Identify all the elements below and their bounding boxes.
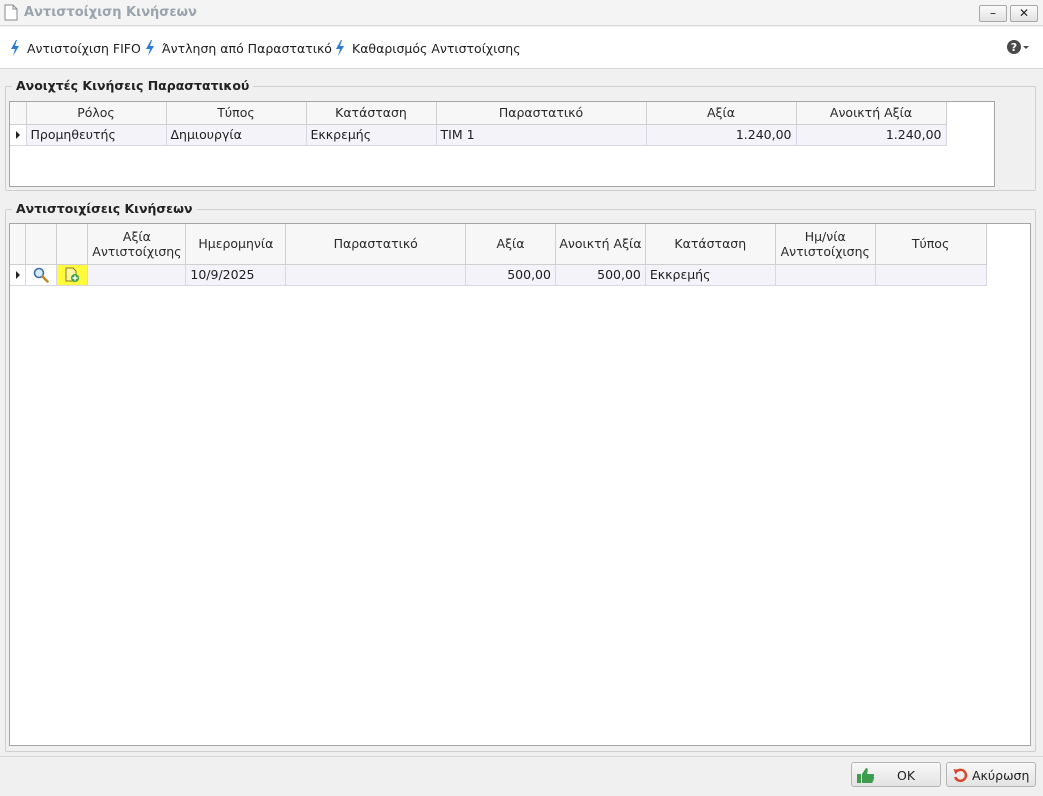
column-header[interactable]: Κατάσταση <box>306 102 437 125</box>
empty-cell <box>946 124 994 145</box>
window-title: Αντιστοίχιση Κινήσεων <box>24 5 197 20</box>
column-header[interactable]: Αξία Αντιστοίχισης <box>87 224 187 265</box>
column-header[interactable]: Ανοικτή Αξία <box>796 102 947 125</box>
minimize-button[interactable]: – <box>979 5 1007 22</box>
matchings-title: Αντιστοιχίσεις Κινήσεων <box>12 201 197 216</box>
empty-header <box>946 102 994 124</box>
pull-from-document-button[interactable]: Άντληση από Παραστατικό <box>145 40 332 58</box>
icon-column-header <box>25 224 58 265</box>
matchings-grid[interactable]: Αξία Αντιστοίχισης Ημερομηνία Παραστατικ… <box>9 223 1031 746</box>
magnifier-icon[interactable] <box>33 267 50 283</box>
column-header[interactable]: Ημερομηνία <box>185 224 287 265</box>
help-button[interactable]: ? <box>1006 39 1032 57</box>
ok-button[interactable]: OK <box>851 762 941 787</box>
document-cell[interactable] <box>285 264 467 286</box>
row-indicator <box>10 264 27 286</box>
match-date-cell[interactable] <box>775 264 876 286</box>
column-header[interactable]: Αξία <box>465 224 556 265</box>
status-cell[interactable]: Εκκρεμής <box>645 264 776 286</box>
thumbs-up-icon <box>857 768 875 783</box>
toolbar-item-label: Καθαρισμός Αντιστοίχισης <box>352 41 521 56</box>
open-value-cell[interactable]: 500,00 <box>555 264 646 286</box>
cancel-button[interactable]: Ακύρωση <box>946 762 1036 787</box>
status-cell[interactable]: Εκκρεμής <box>306 124 437 146</box>
indicator-header <box>10 102 27 125</box>
column-header[interactable]: Τύπος <box>166 102 307 125</box>
icon-column-header <box>56 224 89 265</box>
table-header-row: Αξία Αντιστοίχισης Ημερομηνία Παραστατικ… <box>10 224 1030 265</box>
toolbar-item-label: Αντιστοίχιση FIFO <box>27 41 141 56</box>
lightning-icon <box>336 40 344 56</box>
role-cell[interactable]: Προμηθευτής <box>26 124 167 146</box>
table-row[interactable]: 10/9/2025 500,00 500,00 Εκκρεμής <box>10 264 1030 286</box>
document-cell[interactable]: ΤΙΜ 1 <box>436 124 647 146</box>
value-cell[interactable]: 1.240,00 <box>646 124 797 146</box>
column-header[interactable]: Κατάσταση <box>645 224 776 265</box>
table-header-row: Ρόλος Τύπος Κατάσταση Παραστατικό Αξία Α… <box>10 102 994 125</box>
column-header[interactable]: Ανοικτή Αξία <box>555 224 646 265</box>
type-cell[interactable]: Δημιουργία <box>166 124 307 146</box>
svg-text:?: ? <box>1011 41 1017 54</box>
column-header[interactable]: Παραστατικό <box>436 102 647 125</box>
clear-matching-button[interactable]: Καθαρισμός Αντιστοίχισης <box>335 40 521 58</box>
lightning-icon <box>11 40 19 56</box>
help-dropdown-icon: ? <box>1007 40 1029 54</box>
view-cell[interactable] <box>25 264 58 286</box>
lightning-icon <box>146 40 154 56</box>
column-header[interactable]: Αξία <box>646 102 797 125</box>
cancel-label: Ακύρωση <box>972 768 1030 783</box>
fifo-matching-button[interactable]: Αντιστοίχιση FIFO <box>10 40 141 58</box>
table-row[interactable]: Προμηθευτής Δημιουργία Εκκρεμής ΤΙΜ 1 1.… <box>10 124 994 146</box>
document-icon <box>4 4 18 21</box>
ok-label: OK <box>897 768 916 783</box>
value-cell[interactable]: 500,00 <box>465 264 556 286</box>
open-movements-grid[interactable]: Ρόλος Τύπος Κατάσταση Παραστατικό Αξία Α… <box>9 101 995 187</box>
toolbar-item-label: Άντληση από Παραστατικό <box>162 41 332 56</box>
toolbar: Αντιστοίχιση FIFO Άντληση από Παραστατικ… <box>0 27 1043 69</box>
title-bar: Αντιστοίχιση Κινήσεων – ✕ <box>0 0 1043 26</box>
empty-cell <box>986 264 1030 285</box>
footer-divider <box>0 756 1043 757</box>
type-cell[interactable] <box>875 264 987 286</box>
column-header[interactable]: Ημ/νία Αντιστοίχισης <box>775 224 876 265</box>
column-header[interactable]: Τύπος <box>875 224 987 265</box>
row-pointer-icon <box>15 131 20 139</box>
add-document-cell[interactable] <box>56 264 89 286</box>
open-movements-title: Ανοιχτές Κινήσεις Παραστατικού <box>12 78 254 93</box>
column-header[interactable]: Παραστατικό <box>285 224 467 265</box>
open-value-cell[interactable]: 1.240,00 <box>796 124 947 146</box>
row-pointer-icon <box>15 271 20 279</box>
empty-header <box>986 224 1030 264</box>
add-document-icon[interactable] <box>64 267 80 283</box>
indicator-header <box>10 224 27 265</box>
column-header[interactable]: Ρόλος <box>26 102 167 125</box>
matchings-table: Αξία Αντιστοίχισης Ημερομηνία Παραστατικ… <box>10 224 1030 286</box>
matched-value-cell[interactable] <box>87 264 187 286</box>
row-indicator <box>10 124 27 146</box>
date-cell[interactable]: 10/9/2025 <box>185 264 287 286</box>
undo-icon <box>953 768 968 782</box>
open-movements-table: Ρόλος Τύπος Κατάσταση Παραστατικό Αξία Α… <box>10 102 994 146</box>
close-button[interactable]: ✕ <box>1010 5 1038 22</box>
